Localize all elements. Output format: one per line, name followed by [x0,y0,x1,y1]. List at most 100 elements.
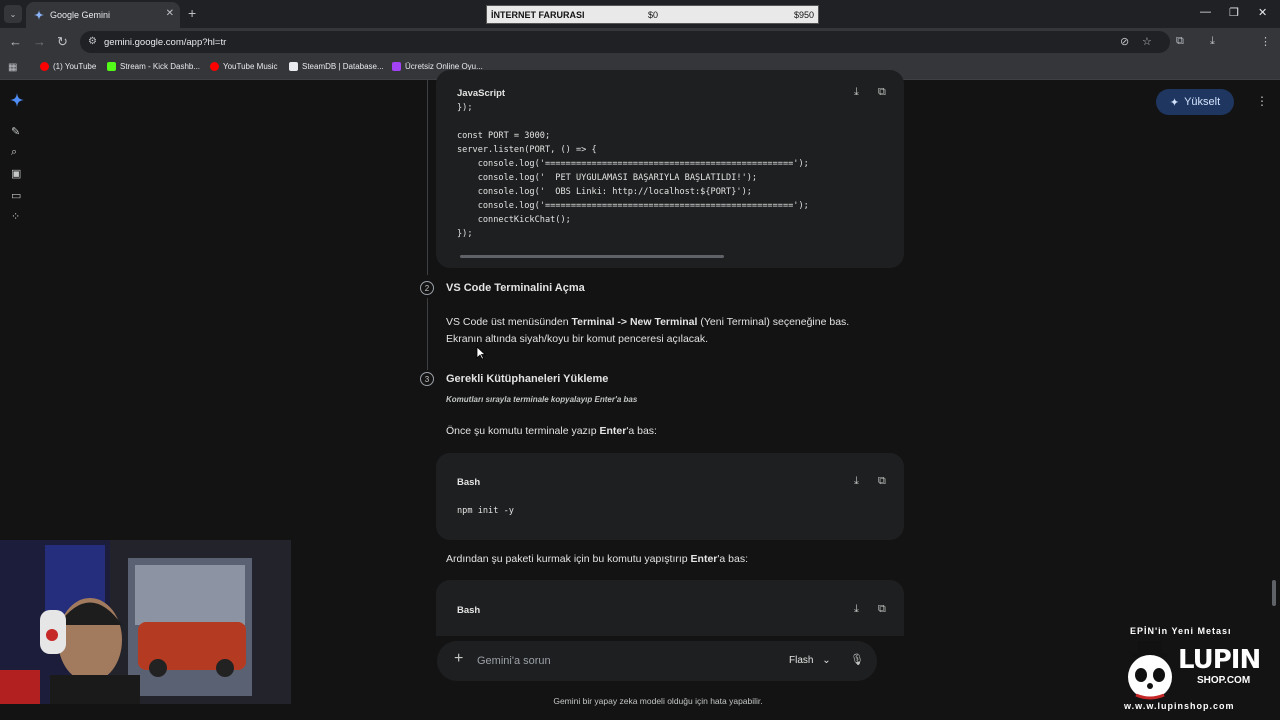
text-segment: VS Code üst menüsünden [446,316,572,328]
forward-icon[interactable]: → [33,34,46,49]
gemini-logo-icon[interactable] [10,93,24,107]
kick-icon [107,62,116,71]
text-bold: Enter [599,425,627,437]
add-attachment-icon[interactable]: + [454,650,463,668]
search-icon[interactable]: ⌕ [11,146,17,159]
minimize-icon[interactable]: — [1200,6,1211,18]
microphone-icon[interactable]: 🎙 [850,653,864,666]
copy-code-icon[interactable]: ⧉ [878,475,886,488]
youtube-icon [40,62,49,71]
brand-name-bottom: SHOP.COM [1197,675,1251,686]
bookmark-kick[interactable]: Stream - Kick Dashb... [107,62,200,71]
step-connector [427,298,428,370]
bookmark-label: SteamDB | Database... [302,62,384,71]
url-text: gemini.google.com/app?hl=tr [104,36,227,48]
bookmark-label: Stream - Kick Dashb... [120,62,201,71]
copy-code-icon[interactable]: ⧉ [878,603,886,616]
upgrade-button[interactable]: ✦ Yükselt [1156,89,1234,115]
tab-search-button[interactable]: ⌄ [4,5,22,23]
download-code-icon[interactable]: ⤓ [854,86,859,99]
toolbar: ← → ↻ ⚙ gemini.google.com/app?hl=tr ⊘ ☆ … [0,28,1280,76]
close-window-icon[interactable]: ✕ [1258,6,1267,19]
apps-grid-icon[interactable]: ▦ [8,62,17,73]
code-language-label: Bash [457,477,481,488]
code-line: console.log('===========================… [457,159,809,169]
panda-mascot-icon [1128,641,1172,700]
download-code-icon[interactable]: ⤓ [854,603,859,616]
restore-icon[interactable]: ❐ [1229,6,1239,19]
webcam-feed [0,540,291,704]
address-bar[interactable]: ⚙ gemini.google.com/app?hl=tr [80,31,1170,53]
text-segment: Ekranın altında siyah/koyu bir komut pen… [446,333,709,345]
donation-goal-bar: İNTERNET FARURASI $0 $950 [486,5,819,24]
code-line: server.listen(PORT, () => { [457,145,597,155]
brand-tagline: EPİN'in Yeni Metası [1130,626,1232,636]
step-title: VS Code Terminalini Açma [446,282,585,294]
step-description: VS Code üst menüsünden Terminal -> New T… [446,314,876,348]
goal-target: $950 [793,9,814,20]
brand-url: w.w.w.lupinshop.com [1124,701,1235,711]
brand-name-top: LUPIN [1178,645,1261,675]
step-connector [427,80,428,275]
tab-title: Google Gemini [50,10,111,20]
bookmark-youtube-music[interactable]: YouTube Music [210,62,278,71]
horizontal-scrollbar[interactable] [460,255,724,258]
extensions-icon[interactable]: ⧉ [1176,35,1184,48]
prompt-placeholder: Gemini'a sorun [477,655,551,667]
new-tab-button[interactable]: + [188,5,196,21]
step-title: Gerekli Kütüphaneleri Yükleme [446,373,609,385]
new-chat-icon[interactable]: ✎ [11,125,20,138]
eye-off-icon[interactable]: ⊘ [1120,35,1129,48]
bookmark-star-icon[interactable]: ☆ [1142,35,1152,48]
site-info-icon[interactable]: ⚙ [88,36,97,47]
bookmark-steamdb[interactable]: SteamDB | Database... [289,62,384,71]
more-options-icon[interactable]: ⋮ [1256,94,1268,108]
code-line: }); [457,103,473,113]
model-selector[interactable]: Flash ⌄ [789,655,831,666]
bookmark-label: (1) YouTube [53,62,97,71]
text-bold: Terminal -> New Terminal [571,316,698,328]
code-line: const PORT = 3000; [457,131,551,141]
steamdb-icon [289,62,298,71]
goal-label: İNTERNET FARURASI [491,9,585,20]
gems-icon[interactable]: ▭ [11,189,21,202]
tab-strip: ⌄ Google Gemini ✕ + İNTERNET FARURASI $0… [0,0,1280,28]
youtube-music-icon [210,62,219,71]
code-language-label: JavaScript [457,88,506,99]
page-scrollbar[interactable] [1272,580,1276,606]
download-icon[interactable]: ⤓ [1210,35,1215,48]
step-number: 3 [420,372,434,386]
text-segment: Ardından şu paketi kurmak için bu komutu… [446,553,691,565]
bookmark-youtube[interactable]: (1) YouTube [40,62,96,71]
apps-icon[interactable]: ⁘ [11,210,20,223]
back-icon[interactable]: ← [9,34,22,49]
tab-google-gemini[interactable]: Google Gemini ✕ [26,2,180,28]
instruction-text: Ardından şu paketi kurmak için bu komutu… [446,551,876,568]
text-segment: 'a bas: [717,553,748,565]
browser-menu-icon[interactable]: ⋮ [1260,35,1271,48]
code-line: console.log(' PET UYGULAMASI BAŞARIYLA B… [457,173,758,183]
model-label: Flash [789,655,814,666]
close-tab-icon[interactable]: ✕ [166,8,174,19]
code-block-javascript: JavaScript ⤓ ⧉ }); const PORT = 3000; ser… [436,70,904,268]
copy-code-icon[interactable]: ⧉ [878,86,886,99]
gallery-icon[interactable]: ▣ [11,167,21,180]
code-content: npm init -y [457,506,514,516]
games-icon [392,62,401,71]
webcam-image [0,540,291,704]
code-line: console.log('===========================… [457,201,809,211]
code-language-label: Bash [457,605,481,616]
download-code-icon[interactable]: ⤓ [854,475,859,488]
text-segment: 'a bas: [626,425,657,437]
instruction-text: Önce şu komutu terminale yazıp Enter'a b… [446,423,876,440]
code-line: }); [457,229,473,239]
code-content: }); const PORT = 3000; server.listen(PORT… [457,101,809,241]
reload-icon[interactable]: ↻ [57,34,68,50]
code-block-bash: Bash ⤓ ⧉ npm init -y [436,453,904,540]
goal-current: $0 [648,9,659,20]
code-block-bash: Bash ⤓ ⧉ [436,580,904,636]
mouse-cursor-icon [476,346,486,360]
prompt-input[interactable]: + Gemini'a sorun Flash ⌄ 🎙 [437,641,877,681]
text-bold: Enter [690,553,718,565]
